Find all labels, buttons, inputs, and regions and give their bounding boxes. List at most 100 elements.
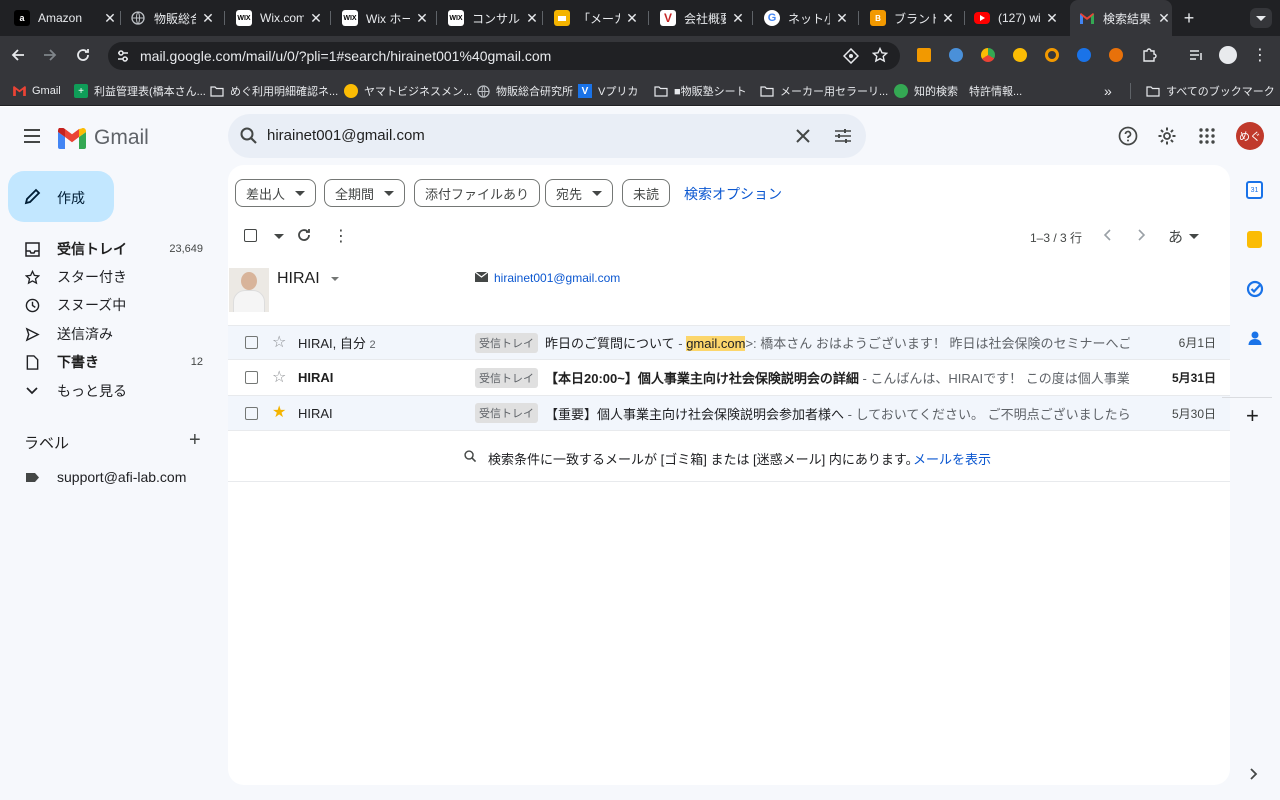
close-icon[interactable]: ✕ <box>624 10 640 27</box>
extension-pie-icon[interactable] <box>981 48 995 62</box>
tab-brand[interactable]: B ブランド ✕ <box>870 0 956 36</box>
contact-photo[interactable] <box>229 268 269 312</box>
bookmark-item[interactable]: 物販総合研究所 <box>476 76 573 106</box>
contacts-icon[interactable] <box>1247 330 1263 346</box>
settings-gear-icon[interactable] <box>1157 126 1177 146</box>
row-checkbox[interactable] <box>245 371 258 384</box>
filter-chip-date[interactable]: 全期間 <box>324 179 406 207</box>
close-icon[interactable]: ✕ <box>730 10 746 27</box>
filter-chip-attachment[interactable]: 添付ファイルあり <box>414 179 541 207</box>
close-icon[interactable]: ✕ <box>834 10 850 27</box>
apps-grid-icon[interactable] <box>1199 128 1215 144</box>
extension-box-icon[interactable] <box>917 48 931 62</box>
more-vert-icon[interactable]: ⋮ <box>1252 45 1268 65</box>
back-button[interactable] <box>10 47 30 63</box>
lens-icon[interactable] <box>843 48 859 64</box>
extension-kw-icon[interactable] <box>1077 48 1091 62</box>
bookmark-item[interactable]: 知的検索 特許情報... <box>894 76 1022 106</box>
close-icon[interactable]: ✕ <box>1156 10 1172 27</box>
help-icon[interactable] <box>1118 126 1138 146</box>
gmail-logo[interactable]: Gmail <box>58 126 149 150</box>
email-row[interactable]: ★ HIRAI 受信トレイ 【重要】個人事業主向け社会保険説明会参加者様へ - … <box>228 396 1230 431</box>
extensions-puzzle-icon[interactable] <box>1141 47 1157 63</box>
site-info-icon[interactable] <box>115 48 131 64</box>
contact-dropdown-icon[interactable] <box>331 277 339 281</box>
bookmark-item[interactable]: ヤマトビジネスメン... <box>344 76 472 106</box>
add-label-icon[interactable]: + <box>189 430 201 450</box>
nav-starred[interactable]: スター付き <box>0 263 216 291</box>
email-row[interactable]: ☆ HIRAI, 自分 2 受信トレイ 昨日のご質問について - gmail.c… <box>228 325 1230 360</box>
main-menu-button[interactable] <box>22 126 42 146</box>
bookmark-item[interactable]: Gmail <box>12 76 61 106</box>
calendar-icon[interactable]: 31 <box>1246 181 1263 199</box>
tasks-icon[interactable] <box>1246 280 1264 298</box>
filter-chip-unread[interactable]: 未読 <box>622 179 671 207</box>
select-all-checkbox[interactable] <box>244 229 257 242</box>
tab-search-results[interactable]: 検索結果 ✕ <box>1070 0 1172 36</box>
tab-maker[interactable]: 「メーカ ✕ <box>554 0 640 36</box>
bookmark-item[interactable]: V Vプリカ <box>578 76 638 106</box>
select-dropdown-icon[interactable] <box>274 234 284 239</box>
close-icon[interactable]: ✕ <box>102 10 118 27</box>
profile-avatar[interactable] <box>1219 46 1237 64</box>
more-options-icon[interactable]: ⋮ <box>333 226 349 246</box>
search-icon[interactable] <box>240 127 258 145</box>
bookmark-star-icon[interactable] <box>872 47 888 63</box>
tab-youtube[interactable]: (127) wi ✕ <box>974 0 1060 36</box>
next-page-icon[interactable] <box>1138 229 1146 241</box>
reading-list-icon[interactable] <box>1188 47 1204 63</box>
row-checkbox[interactable] <box>245 406 258 420</box>
nav-snoozed[interactable]: スヌーズ中 <box>0 291 216 319</box>
nav-sent[interactable]: 送信済み <box>0 320 216 348</box>
extension-ring-icon[interactable] <box>1045 48 1059 62</box>
close-icon[interactable]: ✕ <box>414 10 430 27</box>
inbox-label-badge[interactable]: 受信トレイ <box>475 367 538 388</box>
expand-panel-icon[interactable] <box>1250 768 1258 780</box>
bookmark-item[interactable]: メーカー用セラーリ... <box>760 76 888 106</box>
refresh-icon[interactable] <box>296 227 312 243</box>
add-addon-icon[interactable]: + <box>1246 405 1259 427</box>
close-icon[interactable]: ✕ <box>1044 10 1060 27</box>
close-icon[interactable]: ✕ <box>308 10 324 27</box>
bookmark-item[interactable]: めぐ利用明細確認ネ... <box>210 76 338 106</box>
email-row[interactable]: ☆ HIRAI 受信トレイ 【本日20:00~】個人事業主向け社会保険説明会の詳… <box>228 360 1230 396</box>
contact-email-link[interactable]: hirainet001@gmail.com <box>494 271 620 285</box>
account-avatar[interactable]: めぐ <box>1236 122 1264 150</box>
row-checkbox[interactable] <box>245 336 258 349</box>
reload-button[interactable] <box>75 47 95 63</box>
star-filled-icon[interactable]: ★ <box>272 405 290 421</box>
nav-more[interactable]: もっと見る <box>0 377 216 405</box>
close-icon[interactable]: ✕ <box>940 10 956 27</box>
nav-drafts[interactable]: 下書き 12 <box>0 348 216 376</box>
tab-company[interactable]: V 会社概要 ✕ <box>660 0 746 36</box>
extension-s-icon[interactable] <box>1109 48 1123 62</box>
new-tab-button[interactable]: + <box>1180 8 1198 29</box>
label-item[interactable]: support@afi-lab.com <box>0 463 216 491</box>
tab-amazon[interactable]: a Amazon ✕ <box>14 0 118 36</box>
advanced-search-link[interactable]: 検索オプション <box>684 184 782 204</box>
search-input[interactable]: hirainet001@gmail.com <box>267 127 425 144</box>
tab-wix[interactable]: WIX Wix.com ✕ <box>236 0 324 36</box>
tab-search-button[interactable] <box>1250 8 1272 28</box>
tab-butsuhan[interactable]: 物販総合研 ✕ <box>130 0 216 36</box>
extension-blue-icon[interactable] <box>949 48 963 62</box>
filter-chip-from[interactable]: 差出人 <box>235 179 317 207</box>
input-tools-button[interactable]: あ <box>1168 226 1200 247</box>
bookmark-item[interactable]: ■物販塾シート <box>654 76 747 106</box>
all-bookmarks[interactable]: すべてのブックマーク <box>1146 76 1275 106</box>
star-icon[interactable]: ☆ <box>272 334 290 351</box>
tab-consul[interactable]: WIX コンサル ✕ <box>448 0 540 36</box>
bookmarks-overflow-icon[interactable]: » <box>1104 76 1112 106</box>
tab-wix-home[interactable]: WIX Wix ホー ✕ <box>342 0 430 36</box>
clear-search-icon[interactable] <box>796 129 810 143</box>
nav-inbox[interactable]: 受信トレイ 23,649 <box>0 235 216 263</box>
inbox-label-badge[interactable]: 受信トレイ <box>475 332 538 353</box>
extension-yellow-icon[interactable] <box>1013 48 1027 62</box>
forward-button[interactable] <box>42 47 62 63</box>
tab-net[interactable]: G ネット小 ✕ <box>764 0 850 36</box>
prev-page-icon[interactable] <box>1103 229 1111 241</box>
close-icon[interactable]: ✕ <box>524 10 540 27</box>
close-icon[interactable]: ✕ <box>200 10 216 27</box>
keep-icon[interactable] <box>1247 231 1262 248</box>
inbox-label-badge[interactable]: 受信トレイ <box>475 403 538 423</box>
